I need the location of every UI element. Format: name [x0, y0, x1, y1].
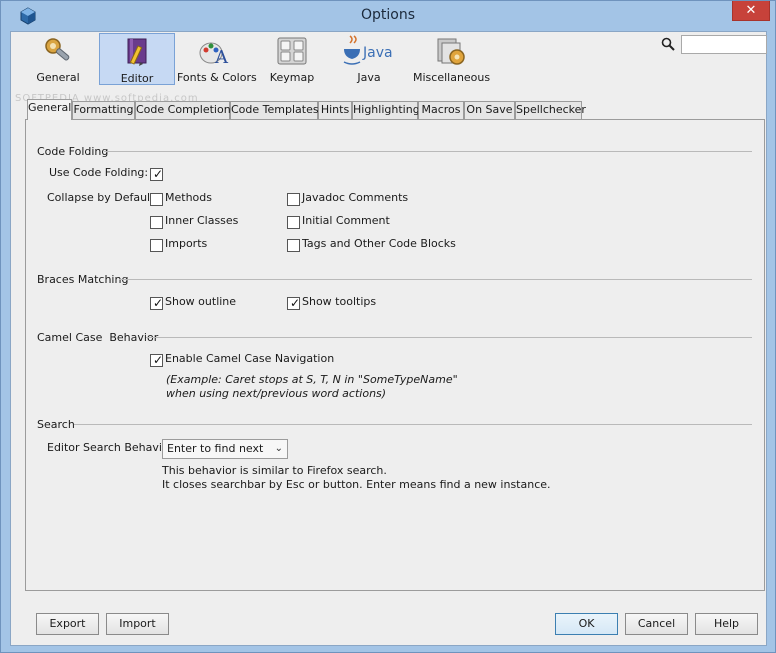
category-editor[interactable]: Editor: [99, 33, 175, 85]
window-title: Options: [360, 7, 416, 23]
initial-comment-checkbox[interactable]: [287, 216, 300, 229]
braces-matching-heading: Braces Matching: [37, 273, 129, 286]
options-window: Options ✕ General Editor A Fonts & Color…: [0, 0, 776, 653]
checkmark-icon: ✓: [153, 167, 164, 181]
imports-checkbox[interactable]: [150, 239, 163, 252]
search-heading: Search: [37, 418, 75, 431]
show-tooltips-label: Show tooltips: [302, 295, 377, 308]
tab-spellchecker[interactable]: Spellchecker: [515, 101, 586, 119]
category-java[interactable]: Java Java: [337, 33, 401, 85]
svg-text:A: A: [214, 47, 229, 67]
search-description-line1: This behavior is similar to Firefox sear…: [162, 464, 387, 477]
checkmark-icon: ✓: [290, 296, 301, 310]
collapse-by-default-label: Collapse by Default:: [47, 191, 159, 204]
misc-gear-icon: [437, 38, 465, 65]
pencil-book-icon: [127, 38, 147, 66]
camel-example-line1: (Example: Caret stops at S, T, N in "Som…: [166, 373, 458, 386]
show-outline-checkbox[interactable]: ✓: [150, 296, 164, 310]
tab-general[interactable]: General: [27, 99, 72, 120]
ok-button[interactable]: OK: [555, 613, 618, 635]
category-fonts-colors[interactable]: A Fonts & Colors: [177, 33, 257, 85]
camel-case-heading: Camel Case Behavior: [37, 331, 159, 344]
tab-macros[interactable]: Macros: [418, 101, 464, 119]
category-label: Keymap: [269, 71, 315, 84]
use-code-folding-checkbox[interactable]: ✓: [150, 167, 164, 181]
tab-hints[interactable]: Hints: [318, 101, 352, 119]
java-icon: Java: [343, 35, 393, 65]
tab-formatting[interactable]: Formatting: [72, 101, 135, 119]
methods-label: Methods: [165, 191, 212, 204]
show-outline-label: Show outline: [165, 295, 237, 308]
search-behavior-select[interactable]: Enter to find next ⌄: [162, 439, 288, 459]
cancel-button[interactable]: Cancel: [625, 613, 688, 635]
title-bar[interactable]: Options ✕: [1, 1, 775, 31]
section-divider: [119, 279, 752, 280]
export-button[interactable]: Export: [36, 613, 99, 635]
chevron-down-icon: ⌄: [274, 443, 283, 454]
tab-code-completion[interactable]: Code Completion: [135, 101, 231, 119]
keyboard-icon: [277, 37, 307, 65]
section-divider: [74, 424, 752, 425]
search-behavior-value: Enter to find next: [167, 442, 264, 455]
font-palette-icon: A: [199, 42, 229, 67]
camel-case-checkbox[interactable]: ✓: [150, 353, 164, 367]
checkmark-icon: ✓: [153, 353, 164, 367]
imports-label: Imports: [165, 237, 208, 250]
category-label: Fonts & Colors: [177, 71, 257, 84]
search-description-line2: It closes searchbar by Esc or button. En…: [162, 478, 551, 491]
search-icon: [661, 37, 675, 51]
camel-case-label: Enable Camel Case Navigation: [165, 352, 335, 365]
code-folding-heading: Code Folding: [37, 145, 109, 158]
javadoc-comments-label: Javadoc Comments: [302, 191, 409, 204]
general-tab-panel: Code Folding Use Code Folding: ✓ Collaps…: [25, 119, 765, 591]
camel-example-line2: when using next/previous word actions): [166, 387, 387, 400]
category-keymap[interactable]: Keymap: [259, 33, 325, 85]
javadoc-comments-checkbox[interactable]: [287, 193, 300, 206]
gear-wrench-icon: [45, 38, 70, 61]
help-button[interactable]: Help: [695, 613, 758, 635]
category-general[interactable]: General: [23, 33, 93, 85]
initial-comment-label: Initial Comment: [302, 214, 390, 227]
java-logo-text: Java: [362, 45, 393, 61]
tab-code-templates[interactable]: Code Templates: [230, 101, 319, 119]
tab-highlighting[interactable]: Highlighting: [352, 101, 420, 119]
methods-checkbox[interactable]: [150, 193, 163, 206]
checkmark-icon: ✓: [153, 296, 164, 310]
section-divider: [146, 337, 752, 338]
inner-classes-label: Inner Classes: [165, 214, 239, 227]
category-label: General: [36, 71, 80, 84]
category-label: Miscellaneous: [413, 71, 491, 84]
tags-code-blocks-checkbox[interactable]: [287, 239, 300, 252]
category-label: Java: [357, 71, 381, 84]
section-divider: [104, 151, 752, 152]
category-miscellaneous[interactable]: Miscellaneous: [413, 33, 491, 85]
tags-code-blocks-label: Tags and Other Code Blocks: [302, 237, 456, 250]
close-button[interactable]: ✕: [732, 1, 770, 21]
tab-on-save[interactable]: On Save: [464, 101, 515, 119]
inner-classes-checkbox[interactable]: [150, 216, 163, 229]
show-tooltips-checkbox[interactable]: ✓: [287, 296, 301, 310]
search-input[interactable]: [681, 35, 767, 54]
category-label: Editor: [120, 72, 154, 85]
editor-search-behavior-label: Editor Search Behavior: [47, 441, 174, 454]
use-code-folding-label: Use Code Folding:: [49, 166, 149, 179]
import-button[interactable]: Import: [106, 613, 169, 635]
options-client-area: General Editor A Fonts & Colors Keymap J…: [10, 31, 767, 646]
